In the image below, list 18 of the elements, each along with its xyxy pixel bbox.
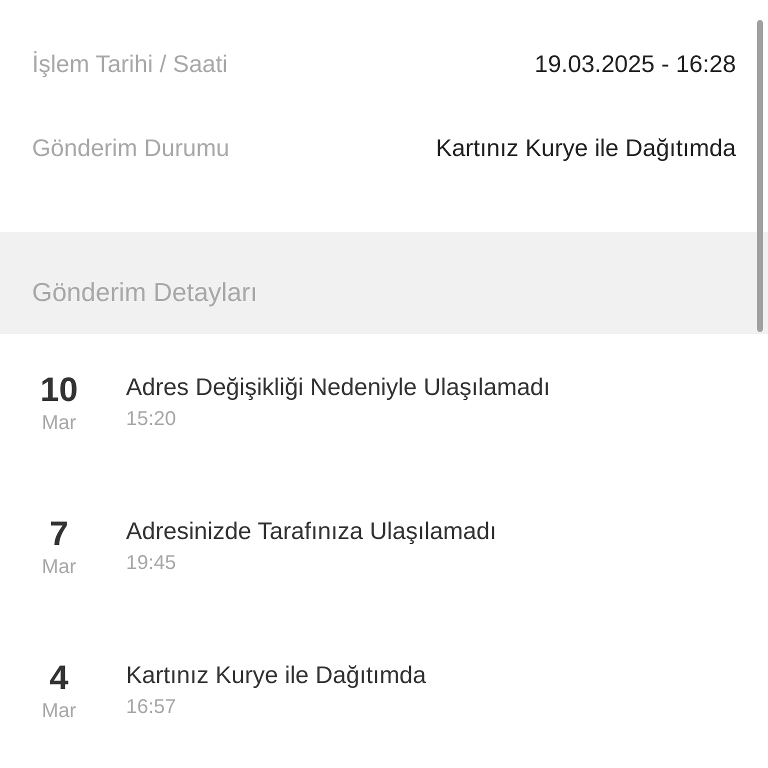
event-title: Adres Değişikliği Nedeniyle Ulaşılamadı [126,373,550,403]
event-time: 16:57 [126,695,178,720]
event-month: Mar [42,411,76,436]
field-value: Kartınız Kurye ile Dağıtımda [436,134,736,164]
event-month: Mar [42,555,76,580]
event-title: Adresinizde Tarafınıza Ulaşılamadı [126,517,496,547]
event-day: 7 [50,514,68,554]
field-value: 19.03.2025 - 16:28 [534,50,736,80]
event-day: 10 [40,370,78,410]
event-time: 15:20 [126,407,178,432]
event-title: Kartınız Kurye ile Dağıtımda [126,661,426,691]
scrollbar[interactable] [757,20,763,332]
event-time: 19:45 [126,551,178,576]
event-month: Mar [42,699,76,724]
field-label: Gönderim Durumu [32,134,230,164]
event-day: 4 [50,658,68,698]
field-label: İşlem Tarihi / Saati [32,50,228,80]
section-title: Gönderim Detayları [32,276,258,309]
